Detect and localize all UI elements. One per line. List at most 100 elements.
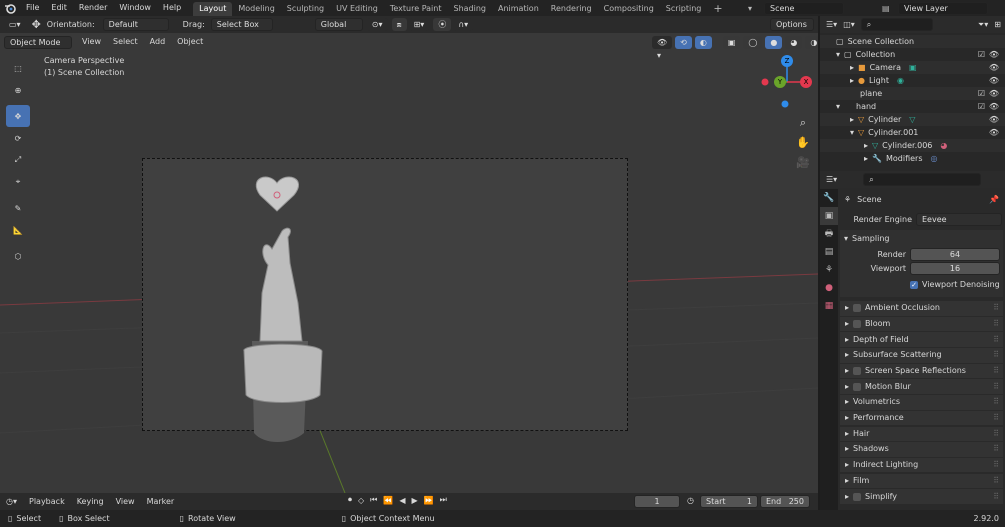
jump-end-icon[interactable]: ⏭ [440, 495, 447, 505]
keyframe-icon[interactable]: ◇ [358, 496, 364, 505]
menu-file[interactable]: File [20, 0, 45, 16]
record-icon[interactable]: ⏺ [348, 495, 352, 505]
menu-edit[interactable]: Edit [45, 0, 73, 16]
outliner-row-collection[interactable]: ▾ ▢ Collection ☑ 👁 [820, 48, 1005, 61]
eye-icon[interactable]: 👁 [989, 74, 999, 87]
checkbox-icon[interactable]: ☑ [978, 48, 985, 61]
pivot-point-icon[interactable]: ⊙▾ [366, 18, 388, 31]
rotate-tool-icon[interactable]: ⟳ [6, 127, 30, 149]
eye-icon[interactable]: 👁 [989, 126, 999, 139]
snap-icon[interactable]: ⧈ [391, 18, 407, 31]
tab-rendering[interactable]: Rendering [545, 2, 598, 16]
options-dropdown[interactable]: Options [770, 18, 814, 31]
view-layer-field[interactable]: View Layer [898, 1, 988, 15]
pan-hand-icon[interactable]: ✋ [794, 133, 812, 153]
hand-model[interactable] [230, 153, 340, 453]
panel-screen-space-reflections[interactable]: ▸ Screen Space Reflections ⠿ [840, 363, 1003, 379]
play-reverse-icon[interactable]: ◀ [399, 496, 405, 505]
tool-icon-dropdown[interactable]: ▭▾ [4, 18, 26, 31]
play-icon[interactable]: ▶ [411, 496, 417, 505]
tab-uv-editing[interactable]: UV Editing [330, 2, 384, 16]
world-tab-icon[interactable]: ● [820, 279, 838, 297]
gizmo-y[interactable]: Y [774, 76, 786, 88]
add-cube-tool-icon[interactable]: ⬡ [6, 245, 30, 267]
viewport-denoising-row[interactable]: ✓ Viewport Denoising [840, 278, 1003, 291]
gizmo-z[interactable]: Z [781, 55, 793, 67]
drag-handle-icon[interactable]: ⠿ [993, 490, 999, 504]
drag-handle-icon[interactable]: ⠿ [993, 395, 999, 409]
output-tab-icon[interactable]: 🖶 [820, 225, 838, 243]
mode-dropdown[interactable]: Object Mode [4, 35, 72, 49]
panel-subsurface-scattering[interactable]: ▸ Subsurface Scattering ⠿ [840, 348, 1003, 363]
properties-search-input[interactable]: ⌕ [863, 173, 982, 186]
proportional-editing-icon[interactable]: ⦿ [433, 18, 452, 31]
navigation-gizmo[interactable]: Z X Y [760, 55, 814, 109]
render-samples-field[interactable]: 64 [910, 248, 1000, 261]
panel-volumetrics[interactable]: ▸ Volumetrics ⠿ [840, 395, 1003, 410]
panel-depth-of-field[interactable]: ▸ Depth of Field ⠿ [840, 332, 1003, 347]
panel-indirect-lighting[interactable]: ▸ Indirect Lighting ⠿ [840, 457, 1003, 473]
drag-handle-icon[interactable]: ⠿ [993, 301, 999, 315]
editor-type-icon[interactable]: ◷▾ [6, 497, 17, 506]
keying-menu[interactable]: Keying [71, 494, 110, 510]
camera-view-icon[interactable]: 🎥 [794, 153, 812, 173]
transform-orientation-dropdown[interactable]: Global [314, 18, 363, 31]
drag-handle-icon[interactable]: ⠿ [993, 364, 999, 378]
select-box-tool-icon[interactable]: ⬚ [6, 57, 30, 79]
drag-handle-icon[interactable]: ⠿ [993, 411, 999, 425]
rendered-shading-icon[interactable]: ◑ [805, 35, 818, 49]
material-shading-icon[interactable]: ◕ [785, 35, 803, 49]
falloff-icon[interactable]: ∩▾ [453, 18, 474, 31]
render-engine-dropdown[interactable]: Eevee [916, 212, 1002, 226]
clock-icon[interactable]: ◷ [687, 496, 694, 505]
current-frame-field[interactable]: 1 [634, 495, 680, 508]
outliner-row-cylinder-001[interactable]: ▾ ▽ Cylinder.001 👁 [820, 126, 1005, 139]
render-tab-icon[interactable]: ▣ [820, 207, 838, 225]
eye-icon[interactable]: 👁 [989, 100, 999, 113]
vp-menu-object[interactable]: Object [171, 34, 209, 50]
menu-render[interactable]: Render [73, 0, 113, 16]
outliner-row-modifiers[interactable]: ▸ 🔧 Modifiers ◎ [820, 152, 1005, 165]
jump-start-icon[interactable]: ⏮ [370, 495, 377, 505]
xray-icon[interactable]: ▣ [722, 35, 741, 49]
tab-modeling[interactable]: Modeling [232, 2, 280, 16]
drag-handle-icon[interactable]: ⠿ [993, 427, 999, 441]
eye-icon[interactable]: 👁 [989, 87, 999, 100]
snap-options-icon[interactable]: ⊞▾ [408, 18, 430, 31]
filter-icon[interactable]: ⏷▾ [978, 20, 988, 30]
add-workspace-icon[interactable]: + [707, 2, 728, 16]
outliner-row-plane[interactable]: plane ☑ 👁 [820, 87, 1005, 100]
transform-tool-icon[interactable]: ⌖ [6, 171, 30, 193]
checkbox-icon[interactable]: ☑ [978, 87, 985, 100]
denoise-checkbox[interactable]: ✓ [910, 280, 918, 289]
outliner-row-camera[interactable]: ▸ ■ Camera ▣ 👁 [820, 61, 1005, 74]
gizmo-toggle-icon[interactable]: ⟲ [675, 35, 692, 49]
outliner-row-cylinder[interactable]: ▸ ▽ Cylinder ▽ 👁 [820, 113, 1005, 126]
timeline-view-menu[interactable]: View [110, 494, 141, 510]
drag-handle-icon[interactable]: ⠿ [993, 317, 999, 331]
viewport-samples-field[interactable]: 16 [910, 262, 1000, 275]
outliner-row-cylinder-006[interactable]: ▸ ▽ Cylinder.006 ◕ [820, 139, 1005, 152]
drag-handle-icon[interactable]: ⠿ [993, 348, 999, 362]
view-layer-selector[interactable]: ▤ View Layer [882, 0, 988, 16]
tab-animation[interactable]: Animation [492, 2, 545, 16]
prev-keyframe-icon[interactable]: ⏪ [383, 496, 393, 505]
move-tool-icon[interactable]: ✥ [6, 105, 30, 127]
simplify-checkbox[interactable] [853, 492, 862, 501]
outliner-row-hand[interactable]: ▾ hand ☑ 👁 [820, 100, 1005, 113]
menu-window[interactable]: Window [113, 0, 157, 16]
drag-handle-icon[interactable]: ⠿ [993, 380, 999, 394]
zoom-icon[interactable]: ⌕ [794, 113, 812, 133]
panel-shadows[interactable]: ▸ Shadows ⠿ [840, 442, 1003, 457]
vp-menu-add[interactable]: Add [144, 34, 172, 50]
measure-tool-icon[interactable]: 📐 [6, 219, 30, 241]
scene-selector[interactable]: ▾ Scene [748, 0, 844, 16]
ao-checkbox[interactable] [853, 304, 862, 313]
panel-simplify[interactable]: ▸ Simplify ⠿ [840, 489, 1003, 504]
end-frame-field[interactable]: End 250 [760, 495, 810, 508]
vp-menu-view[interactable]: View [76, 34, 107, 50]
bloom-checkbox[interactable] [853, 319, 862, 328]
solid-shading-icon[interactable]: ● [765, 35, 783, 49]
eye-icon[interactable]: 👁 [989, 61, 999, 74]
display-mode-icon[interactable]: ◫▾ [843, 20, 855, 29]
